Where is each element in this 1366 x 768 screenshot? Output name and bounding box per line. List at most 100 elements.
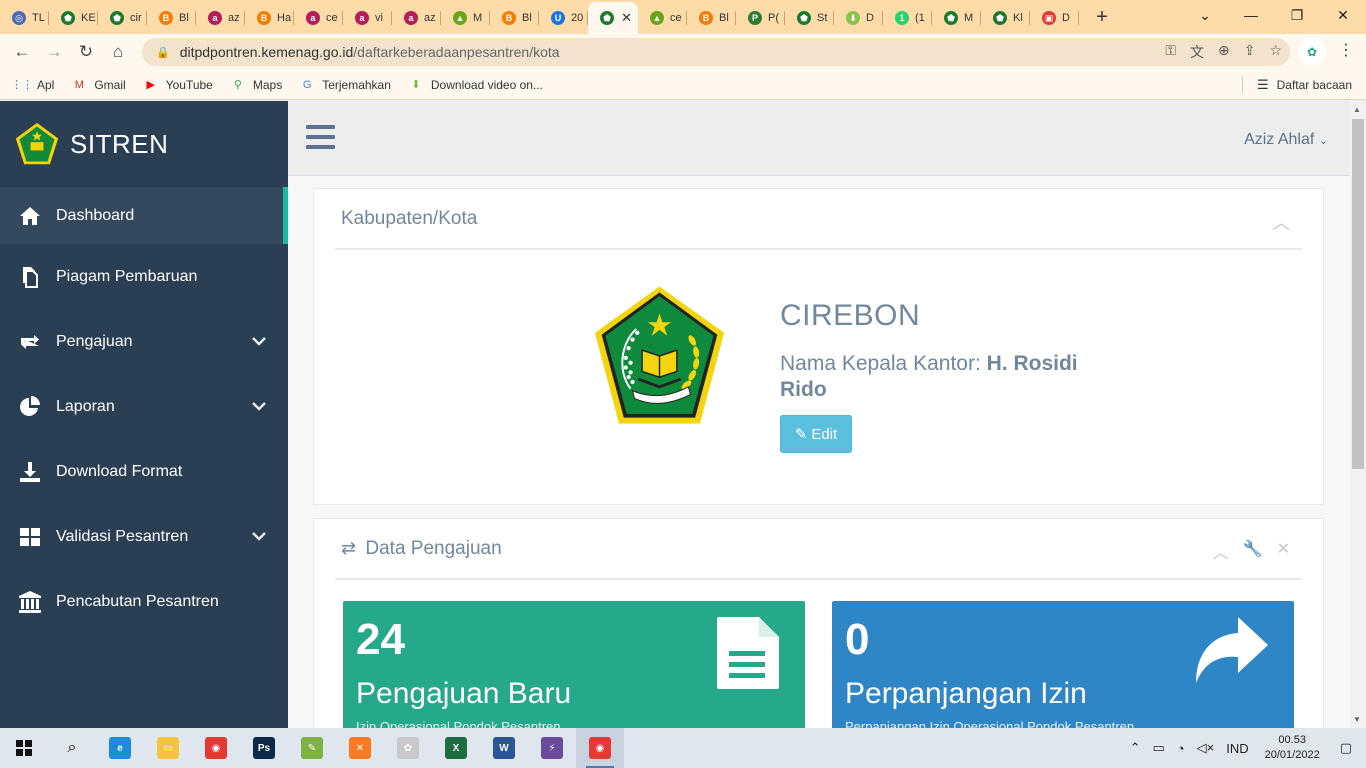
taskbar-app-chrome-active[interactable]: ◉ xyxy=(576,728,624,768)
bookmark-label: Apl xyxy=(37,77,55,92)
edit-button[interactable]: ✎ Edit xyxy=(780,415,852,453)
scrollbar-thumb[interactable] xyxy=(1352,119,1364,469)
sidebar-item-download-format[interactable]: Download Format xyxy=(0,439,288,504)
home-icon[interactable]: ⌂ xyxy=(102,36,134,68)
address-bar[interactable]: 🔒 ditpdpontren.kemenag.go.id/daftarkeber… xyxy=(142,38,1290,66)
browser-tab[interactable]: P P( xyxy=(736,2,785,34)
page-scrollbar[interactable]: ▲ ▼ xyxy=(1350,101,1366,728)
brand-name: SITREN xyxy=(70,128,169,159)
stat-card-pengajuan-baru[interactable]: 24 Pengajuan Baru Izin Operasional Pondo… xyxy=(343,601,805,728)
browser-tab[interactable]: ▲ M xyxy=(441,2,490,34)
battery-icon[interactable]: ▭ xyxy=(1153,740,1165,756)
new-tab-button[interactable]: + xyxy=(1087,6,1117,29)
browser-tab[interactable]: ▣ D xyxy=(1030,2,1079,34)
forward-icon[interactable]: → xyxy=(38,36,70,68)
bookmark-item[interactable]: G Terjemahkan xyxy=(299,78,391,92)
apps-icon: ⋮⋮ xyxy=(11,79,33,91)
chevron-down-icon: ⌄ xyxy=(1318,135,1328,147)
collapse-icon[interactable]: ︿ xyxy=(1272,209,1290,235)
browser-tab[interactable]: ⬟ ✕ xyxy=(588,2,638,34)
profile-avatar[interactable]: ✿ xyxy=(1298,38,1326,66)
notification-icon[interactable]: ▢ xyxy=(1340,740,1352,756)
back-icon[interactable]: ← xyxy=(6,36,38,68)
wrench-icon[interactable]: 🔧 xyxy=(1243,539,1263,563)
sidebar-item-pencabutan-pesantren[interactable]: Pencabutan Pesantren xyxy=(0,569,288,634)
sidebar-item-laporan[interactable]: Laporan xyxy=(0,374,288,439)
reading-list[interactable]: ☰ Daftar bacaan xyxy=(1241,77,1352,93)
user-menu[interactable]: Aziz Ahlaf ⌄ xyxy=(1244,131,1328,149)
browser-tab[interactable]: ⬟ KE xyxy=(49,2,98,34)
taskbar-app-explorer[interactable]: ▭ xyxy=(144,728,192,768)
tab-favicon-icon: ▣ xyxy=(1042,11,1056,25)
browser-tab[interactable]: ◎ TL xyxy=(0,2,49,34)
browser-tab[interactable]: ⬟ cir xyxy=(98,2,147,34)
bookmark-item[interactable]: ▶ YouTube xyxy=(143,78,212,92)
start-button[interactable] xyxy=(0,728,48,768)
browser-tab[interactable]: ▲ ce xyxy=(638,2,687,34)
scroll-down-icon[interactable]: ▼ xyxy=(1353,715,1361,724)
clock[interactable]: 00.53 20/01/2022 xyxy=(1265,733,1320,763)
taskbar-app-photoshop[interactable]: Ps xyxy=(240,728,288,768)
close-icon[interactable]: ✕ xyxy=(1277,539,1290,563)
menu-toggle-icon[interactable] xyxy=(306,125,335,149)
browser-tab[interactable]: ⬟ M xyxy=(932,2,981,34)
taskbar-app-chrome[interactable]: ◉ xyxy=(192,728,240,768)
minimize-button[interactable]: — xyxy=(1228,0,1274,30)
bookmark-item[interactable]: ⚲ Maps xyxy=(230,78,282,92)
browser-tab[interactable]: a vi xyxy=(343,2,392,34)
browser-menu-icon[interactable]: ⋮ xyxy=(1338,40,1354,60)
explorer-icon: ▭ xyxy=(157,737,179,759)
sidebar-item-validasi-pesantren[interactable]: Validasi Pesantren xyxy=(0,504,288,569)
browser-tab[interactable]: B Ha xyxy=(245,2,294,34)
browser-tab[interactable]: ⬟ St xyxy=(785,2,834,34)
taskbar-app-xampp[interactable]: ✕ xyxy=(336,728,384,768)
browser-tab[interactable]: B Bl xyxy=(147,2,196,34)
tab-title: D xyxy=(866,12,874,24)
tab-search-icon[interactable]: ⌄ xyxy=(1182,0,1228,30)
bookmark-item[interactable]: ⋮⋮ Apl xyxy=(11,77,55,92)
taskbar-app-word[interactable]: W xyxy=(480,728,528,768)
stat-card-perpanjangan-izin[interactable]: 0 Perpanjangan Izin Perpanjangan Izin Op… xyxy=(832,601,1294,728)
translate-icon[interactable]: 文 xyxy=(1190,42,1204,62)
tab-title: cir xyxy=(130,12,142,24)
share-icon[interactable]: ⇪ xyxy=(1244,42,1256,62)
sidebar-item-piagam-pembaruan[interactable]: Piagam Pembaruan xyxy=(0,244,288,309)
scroll-up-icon[interactable]: ▲ xyxy=(1353,105,1361,114)
taskbar-app-paint[interactable]: ✿ xyxy=(384,728,432,768)
language-indicator[interactable]: IND xyxy=(1226,741,1248,756)
restore-button[interactable]: ❐ xyxy=(1274,0,1320,30)
lock-icon[interactable]: 🔒 xyxy=(156,46,170,59)
collapse-icon[interactable]: ︿ xyxy=(1213,539,1229,563)
reload-icon[interactable]: ↻ xyxy=(70,36,102,68)
browser-tab[interactable]: a ce xyxy=(294,2,343,34)
brand[interactable]: SITREN xyxy=(0,101,288,187)
browser-tab[interactable]: B Bl xyxy=(490,2,539,34)
tab-title: TL xyxy=(32,12,45,24)
taskbar-app-notepad[interactable]: ✎ xyxy=(288,728,336,768)
browser-tab[interactable]: ⬟ Kl xyxy=(981,2,1030,34)
key-icon[interactable]: ⚿ xyxy=(1165,42,1176,62)
search-icon[interactable]: ⌕ xyxy=(48,728,96,768)
browser-tab[interactable]: a az xyxy=(392,2,441,34)
taskbar-app-winrar[interactable]: ⚡ xyxy=(528,728,576,768)
sidebar-item-pengajuan[interactable]: Pengajuan xyxy=(0,309,288,374)
tab-favicon-icon: U xyxy=(551,11,565,25)
browser-tab[interactable]: U 20 xyxy=(539,2,588,34)
tab-title: (1 xyxy=(915,12,925,24)
wifi-icon[interactable]: ◔ xyxy=(1177,741,1185,756)
taskbar-app-edge[interactable]: e xyxy=(96,728,144,768)
volume-icon[interactable]: ◁× xyxy=(1197,740,1215,756)
bookmark-item[interactable]: ⬇ Download video on... xyxy=(408,78,543,92)
zoom-icon[interactable]: ⊕ xyxy=(1218,42,1230,62)
browser-tab[interactable]: B Bl xyxy=(687,2,736,34)
browser-tab[interactable]: ⬇ D xyxy=(834,2,883,34)
browser-tab[interactable]: 1 (1 xyxy=(883,2,932,34)
chevron-up-icon[interactable]: ⌃ xyxy=(1130,740,1141,756)
tab-close-icon[interactable]: ✕ xyxy=(621,10,632,26)
bookmark-item[interactable]: M Gmail xyxy=(71,78,126,92)
taskbar-app-excel[interactable]: X xyxy=(432,728,480,768)
browser-tab[interactable]: a az xyxy=(196,2,245,34)
sidebar-item-dashboard[interactable]: Dashboard xyxy=(0,187,288,244)
bookmark-star-icon[interactable]: ☆ xyxy=(1269,42,1282,62)
close-window-button[interactable]: ✕ xyxy=(1320,0,1366,30)
